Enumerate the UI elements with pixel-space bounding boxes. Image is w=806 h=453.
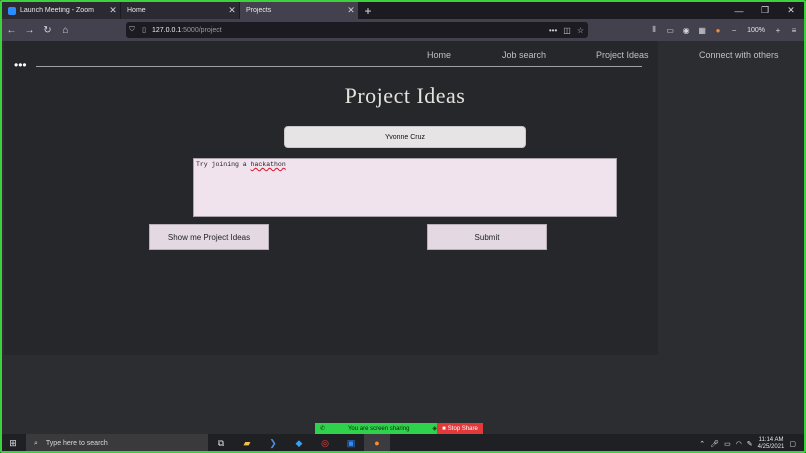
bookmark-star-icon[interactable]: ☆ <box>577 26 584 35</box>
url-host: 127.0.0.1 <box>152 26 182 34</box>
powershell-icon[interactable]: ❯ <box>260 434 286 451</box>
tab-close-icon[interactable]: ✕ <box>344 5 358 16</box>
reload-icon[interactable]: ↻ <box>39 22 56 39</box>
clock[interactable]: 11:14 AM 4/25/2021 <box>758 437 785 451</box>
stop-share-button[interactable]: ■ Stop Share <box>437 423 483 434</box>
back-icon[interactable]: ← <box>3 22 20 39</box>
browser-navbar: ← → ↻ ⌂ ⛉ ▯ 127.0.0.1:5000/project ••• ◫… <box>2 19 804 41</box>
zoom-favicon-icon <box>8 6 16 15</box>
browser-tab-strip: Launch Meeting - Zoom ✕ Home ✕ Projects … <box>2 2 804 19</box>
forward-icon[interactable]: → <box>21 22 38 39</box>
grid-icon[interactable]: ▦ <box>696 26 708 35</box>
show-project-ideas-button[interactable]: Show me Project Ideas <box>149 224 269 250</box>
url-bar[interactable]: ⛉ ▯ 127.0.0.1:5000/project ••• ◫ ☆ <box>126 22 588 38</box>
account-icon[interactable]: ◉ <box>680 26 692 35</box>
minimize-icon[interactable]: — <box>726 2 752 19</box>
sidebar-icon[interactable]: ▭ <box>664 26 676 35</box>
task-view-icon[interactable]: ⧉ <box>208 434 234 451</box>
menu-icon[interactable]: ≡ <box>788 26 800 35</box>
clock-time: 11:14 AM <box>758 436 784 443</box>
page-actions-icon[interactable]: ••• <box>549 26 557 35</box>
battery-icon[interactable]: ▭ <box>724 440 731 448</box>
system-tray: ⌃ 🎤︎ ▭ ◠ ✎ 11:14 AM 4/25/2021 ▢ <box>699 434 804 451</box>
window-frame: Launch Meeting - Zoom ✕ Home ✕ Projects … <box>0 0 806 453</box>
wifi-icon[interactable]: ◠ <box>736 440 742 448</box>
project-idea-textarea[interactable]: Try joining a hackathon <box>193 158 617 217</box>
search-placeholder: Type here to search <box>45 440 108 447</box>
screen-sharing-indicator[interactable]: ✆ You are screen sharing ◈ <box>315 423 437 434</box>
tab-title: Projects <box>246 7 272 14</box>
page-icon[interactable]: ▯ <box>138 26 150 34</box>
pen-icon[interactable]: ✎ <box>747 440 753 448</box>
chrome-icon[interactable]: ◎ <box>312 434 338 451</box>
zoom-app-icon[interactable]: ▣ <box>338 434 364 451</box>
nav-connect-link[interactable]: Connect with others <box>699 50 779 60</box>
shield-icon[interactable]: ⛉ <box>126 26 138 34</box>
windows-taskbar: ⊞ ⌕ Type here to search ⧉ ▰ ❯ ◆ ◎ ▣ ● ⌃ … <box>2 434 804 451</box>
close-window-icon[interactable]: ✕ <box>778 2 804 19</box>
new-tab-icon[interactable]: + <box>359 2 377 19</box>
stop-share-label: Stop Share <box>447 425 478 432</box>
submit-button[interactable]: Submit <box>427 224 547 250</box>
library-icon[interactable]: ⫴ <box>648 25 660 35</box>
phone-icon: ✆ <box>320 426 326 432</box>
nav-job-search-link[interactable]: Job search <box>502 50 546 60</box>
vscode-icon[interactable]: ◆ <box>286 434 312 451</box>
notifications-icon[interactable]: ▢ <box>789 440 796 448</box>
url-path: :5000/project <box>181 26 222 34</box>
zoom-sharing-banner: ✆ You are screen sharing ◈ ■ Stop Share <box>315 423 483 434</box>
tray-chevron-icon[interactable]: ⌃ <box>699 440 705 448</box>
microphone-icon[interactable]: 🎤︎ <box>710 440 719 448</box>
stop-icon: ■ <box>442 425 446 432</box>
idea-text: Try joining a <box>196 161 251 168</box>
tab-title: Launch Meeting - Zoom <box>20 7 94 14</box>
home-icon[interactable]: ⌂ <box>57 22 74 39</box>
taskbar-search[interactable]: ⌕ Type here to search <box>26 434 208 451</box>
tab-home[interactable]: Home ✕ <box>121 2 239 19</box>
clock-date: 4/25/2021 <box>757 443 785 450</box>
nav-project-ideas-link[interactable]: Project Ideas <box>596 50 649 60</box>
search-icon: ⌕ <box>34 439 38 447</box>
nav-home-link[interactable]: Home <box>427 50 451 60</box>
restore-icon[interactable]: ❐ <box>752 2 778 19</box>
tab-zoom[interactable]: Launch Meeting - Zoom ✕ <box>2 2 120 19</box>
misspelled-word: hackathon <box>250 161 286 168</box>
name-display[interactable]: Yvonne Cruz <box>284 126 526 148</box>
extension-icon[interactable]: ● <box>712 26 724 35</box>
windows-start-icon[interactable]: ⊞ <box>2 434 24 451</box>
more-options-icon[interactable]: ••• <box>14 59 27 71</box>
tab-title: Home <box>127 7 146 14</box>
zoom-in-icon[interactable]: + <box>772 26 784 35</box>
nav-divider <box>36 66 642 67</box>
toolbar-right: ⫴ ▭ ◉ ▦ ● − 100% + ≡ <box>648 19 800 41</box>
zoom-level[interactable]: 100% <box>744 27 768 34</box>
window-controls: — ❐ ✕ <box>726 2 804 19</box>
sharing-text: You are screen sharing <box>347 425 410 432</box>
web-page: Home Job search Project Ideas Connect wi… <box>2 41 804 432</box>
page-title: Project Ideas <box>344 83 466 108</box>
tab-close-icon[interactable]: ✕ <box>106 5 120 16</box>
file-explorer-icon[interactable]: ▰ <box>234 434 260 451</box>
tab-close-icon[interactable]: ✕ <box>225 5 239 16</box>
tab-projects[interactable]: Projects ✕ <box>240 2 358 19</box>
firefox-icon[interactable]: ● <box>364 434 390 451</box>
pocket-icon[interactable]: ◫ <box>563 26 571 35</box>
zoom-out-icon[interactable]: − <box>728 26 740 35</box>
